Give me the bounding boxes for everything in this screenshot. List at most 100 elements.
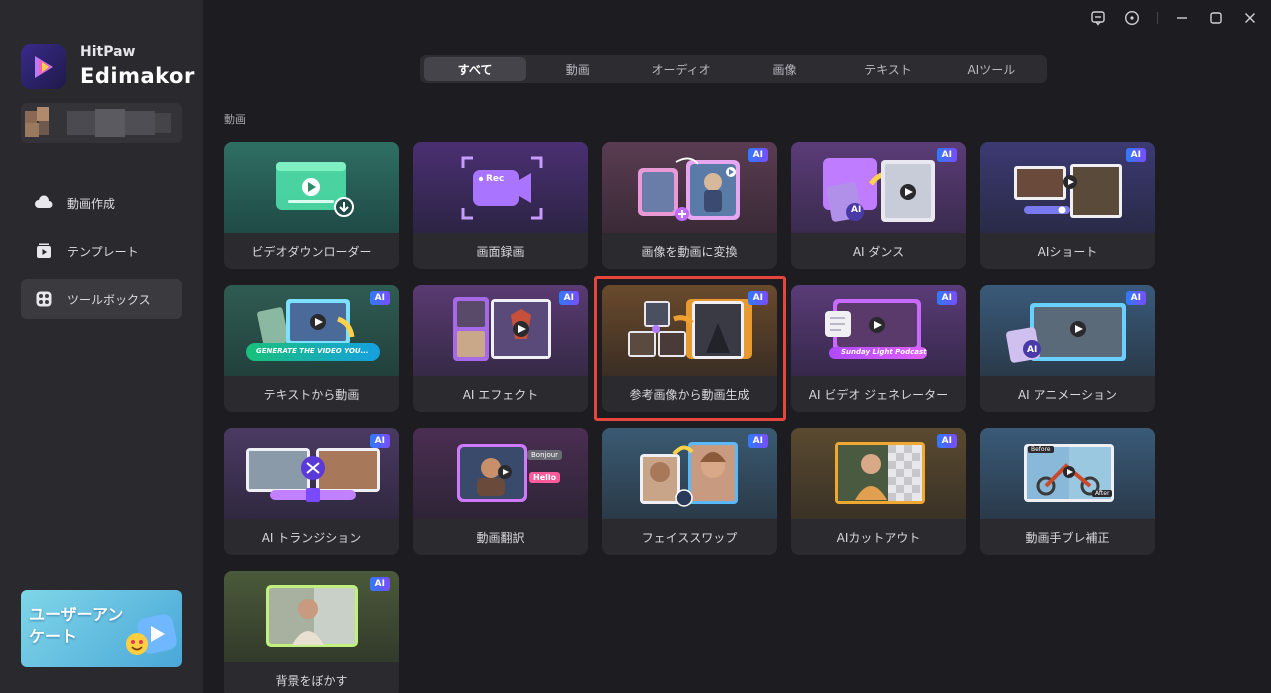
ai-badge: AI	[1125, 148, 1146, 162]
card-label: AI トランジション	[261, 530, 362, 545]
tab-ai-tools[interactable]: AIツール	[940, 57, 1043, 81]
ai-dance-illustration	[823, 158, 935, 222]
card-label: フェイススワップ	[641, 530, 738, 545]
tool-card-ai-animation[interactable]: AI AI AI アニメーション	[980, 285, 1155, 412]
card-thumbnail: AI	[791, 428, 966, 519]
sidebar-item-label: 動画作成	[67, 196, 116, 211]
tab-image[interactable]: 画像	[733, 57, 836, 81]
ai-badge: AI	[369, 434, 390, 448]
card-thumbnail: AI	[413, 285, 588, 376]
ai-badge: AI	[936, 434, 957, 448]
tool-card-ai-video-generator[interactable]: Sunday Light Podcast AI AI ビデオ ジェネレーター	[791, 285, 966, 412]
tab-video[interactable]: 動画	[526, 57, 629, 81]
ai-badge: AI	[747, 148, 768, 162]
translation-word-bonjour: Bonjour	[527, 450, 563, 460]
tool-card-video-downloader[interactable]: ビデオダウンローダー	[224, 142, 399, 269]
sidebar-item-templates[interactable]: テンプレート	[21, 231, 182, 271]
tab-all[interactable]: すべて	[424, 57, 526, 81]
feedback-icon[interactable]	[1088, 8, 1108, 28]
tool-card-image-to-video[interactable]: AI 画像を動画に変換	[602, 142, 777, 269]
account-area-blurred[interactable]	[21, 103, 182, 143]
download-video-icon	[276, 162, 354, 217]
tool-card-video-stabilization[interactable]: Before After 動画手ブレ補正	[980, 428, 1155, 555]
rec-label: Rec	[486, 174, 505, 184]
cloud-upload-icon	[35, 194, 53, 212]
tool-card-text-to-video[interactable]: GENERATE THE VIDEO YOU... AI テキストから動画	[224, 285, 399, 412]
ai-effects-illustration	[453, 297, 551, 361]
ai-transition-illustration	[246, 448, 380, 502]
after-label: After	[1092, 490, 1113, 497]
ai-animation-illustration	[1006, 303, 1126, 363]
tool-card-ai-shorts[interactable]: AI AIショート	[980, 142, 1155, 269]
card-thumbnail: AI	[602, 142, 777, 233]
edimakor-logo-icon	[34, 55, 53, 78]
blur-background-illustration	[266, 585, 358, 647]
category-tabs: すべて 動画 オーディオ 画像 テキスト AIツール	[420, 55, 1047, 83]
card-label: 背景をぼかす	[275, 673, 348, 688]
ai-cutout-illustration	[835, 442, 925, 504]
card-thumbnail: Bonjour Hello	[413, 428, 588, 519]
card-label: AI ビデオ ジェネレーター	[808, 387, 949, 402]
card-label: AIショート	[1037, 244, 1098, 259]
tool-card-blur-background[interactable]: AI 背景をぼかす	[224, 571, 399, 693]
card-label: AI ダンス	[852, 244, 905, 259]
ai-shorts-illustration	[1014, 164, 1122, 218]
card-thumbnail: AI AI	[980, 285, 1155, 376]
sidebar: HitPaw Edimakor 動画作成 テンプレート ツールボックス ユーザー…	[0, 0, 203, 693]
card-thumbnail: Rec	[413, 142, 588, 233]
card-thumbnail: AI	[224, 428, 399, 519]
tool-card-video-translation[interactable]: Bonjour Hello 動画翻訳	[413, 428, 588, 555]
tool-card-ai-cutout[interactable]: AI AIカットアウト	[791, 428, 966, 555]
minimize-icon[interactable]	[1172, 8, 1192, 28]
tool-card-ai-dance[interactable]: AI AI AI ダンス	[791, 142, 966, 269]
card-label: AIカットアウト	[836, 530, 921, 545]
control-divider	[1157, 12, 1158, 24]
card-thumbnail: AI AI	[791, 142, 966, 233]
brand-name-line2: Edimakor	[80, 64, 195, 88]
sidebar-item-label: ツールボックス	[67, 292, 151, 307]
survey-banner[interactable]: ユーザーアンケート	[21, 590, 182, 667]
screen-record-icon	[461, 156, 543, 220]
ai-badge: AI	[936, 148, 957, 162]
caption-text: Sunday Light Podcast	[841, 348, 927, 356]
card-label: テキストから動画	[263, 387, 360, 402]
close-icon[interactable]	[1240, 8, 1260, 28]
sidebar-item-label: テンプレート	[67, 244, 139, 259]
card-thumbnail: AI	[602, 428, 777, 519]
card-label: 画面録画	[476, 244, 525, 259]
image-to-video-illustration	[638, 157, 740, 221]
translation-word-hello: Hello	[529, 472, 561, 483]
sidebar-item-toolbox[interactable]: ツールボックス	[21, 279, 182, 319]
template-play-icon	[35, 242, 53, 260]
card-label: 画像を動画に変換	[641, 244, 738, 259]
survey-banner-text: ユーザーアンケート	[29, 605, 124, 646]
tool-card-ai-effects[interactable]: AI AI エフェクト	[413, 285, 588, 412]
card-thumbnail	[224, 142, 399, 233]
brand-name-line1: HitPaw	[80, 44, 136, 60]
ai-badge: AI	[558, 291, 579, 305]
sidebar-item-create-video[interactable]: 動画作成	[21, 183, 182, 223]
app-logo	[21, 44, 66, 89]
tab-audio[interactable]: オーディオ	[629, 57, 732, 81]
card-thumbnail: Sunday Light Podcast AI	[791, 285, 966, 376]
help-icon[interactable]	[1122, 8, 1142, 28]
toolbox-icon	[35, 290, 53, 308]
card-label: AI エフェクト	[462, 387, 539, 402]
card-label: 動画翻訳	[476, 530, 525, 545]
tool-card-ai-transition[interactable]: AI AI トランジション	[224, 428, 399, 555]
ai-badge: AI	[936, 291, 957, 305]
card-thumbnail: AI	[980, 142, 1155, 233]
selected-card-highlight	[594, 276, 786, 421]
before-label: Before	[1028, 446, 1054, 453]
tool-card-screen-recorder[interactable]: Rec 画面録画	[413, 142, 588, 269]
card-thumbnail: GENERATE THE VIDEO YOU... AI	[224, 285, 399, 376]
ai-badge: AI	[747, 434, 768, 448]
tab-text[interactable]: テキスト	[836, 57, 939, 81]
maximize-icon[interactable]	[1206, 8, 1226, 28]
survey-play-icon	[126, 614, 177, 655]
tool-card-face-swap[interactable]: AI フェイススワップ	[602, 428, 777, 555]
face-swap-illustration	[640, 442, 738, 507]
ai-badge: AI	[369, 577, 390, 591]
prompt-text: GENERATE THE VIDEO YOU...	[256, 347, 369, 355]
card-label: 動画手ブレ補正	[1025, 530, 1110, 545]
